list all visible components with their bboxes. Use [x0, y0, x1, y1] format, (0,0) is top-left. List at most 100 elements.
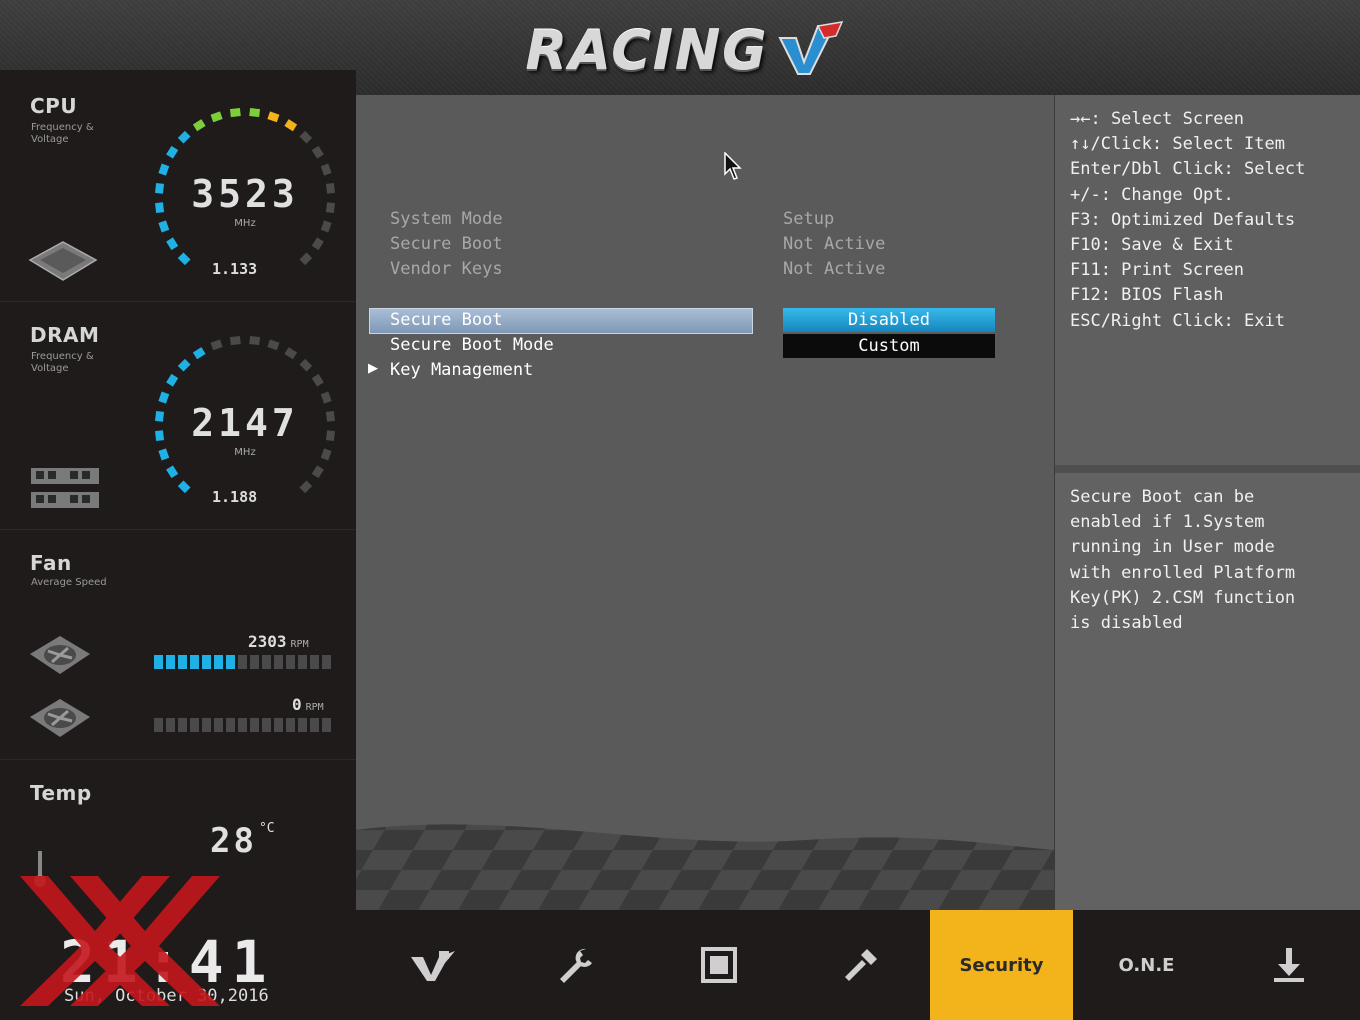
fan-bar-segment: [322, 655, 331, 669]
gauge-segment: [166, 237, 179, 251]
gauge-segment: [267, 111, 280, 123]
gauge-segment: [229, 336, 241, 346]
option-key-management[interactable]: Key Management: [390, 360, 533, 380]
cpu-voltage: 1.133: [212, 260, 258, 278]
secure-boot-value[interactable]: Disabled: [783, 308, 995, 332]
fan2-rpm: 0 RPM: [292, 695, 324, 714]
gauge-segment: [210, 339, 223, 351]
option-secure-boot[interactable]: Secure Boot: [390, 310, 503, 330]
chip-icon: [700, 947, 737, 983]
hardware-monitor-sidebar: CPU Frequency & Voltage 3523 MHz 1.133 D…: [0, 70, 356, 910]
description-line: running in User mode: [1070, 537, 1275, 558]
tab-one[interactable]: O.N.E: [1075, 910, 1218, 1020]
gauge-segment: [155, 410, 165, 422]
fan-bar-segment: [178, 655, 187, 669]
fan-bar-segment: [166, 655, 175, 669]
fan-icon: [30, 636, 90, 674]
fan-bar-segment: [250, 655, 259, 669]
cpu-panel: CPU Frequency & Voltage 3523 MHz 1.133: [0, 70, 356, 302]
info-label-secure-boot: Secure Boot: [390, 234, 503, 254]
gauge-segment: [284, 347, 298, 360]
temp-title: Temp: [30, 781, 92, 805]
help-key-line: F3: Optimized Defaults: [1070, 209, 1296, 230]
gauge-segment: [311, 373, 324, 387]
tab-security[interactable]: Security: [930, 910, 1073, 1020]
fan-panel: Fan Average Speed 2303 RPM 0 RPM: [0, 529, 356, 760]
help-key-line: ↑↓/Click: Select Item: [1070, 134, 1285, 155]
temp-unit: °C: [258, 821, 275, 836]
fan-bar-segment: [226, 655, 235, 669]
fan-bar-segment: [310, 718, 319, 732]
cpu-unit: MHz: [234, 218, 256, 229]
tab-tools[interactable]: [789, 910, 932, 1020]
checkered-flag-graphic: [356, 824, 1054, 910]
gauge-segment: [177, 252, 191, 266]
fan-bar-segment: [190, 655, 199, 669]
fan-bar-segment: [298, 655, 307, 669]
fan-bar-segment: [274, 718, 283, 732]
option-secure-boot-mode[interactable]: Secure Boot Mode: [390, 335, 554, 355]
fan-title: Fan: [30, 551, 72, 575]
tab-advanced[interactable]: [504, 910, 647, 1020]
logo-text: RACING: [525, 18, 769, 82]
gauge-segment: [177, 480, 191, 494]
gauge-segment: [166, 465, 179, 479]
gauge-segment: [284, 119, 298, 132]
gauge-segment: [249, 336, 261, 346]
fan-bar-segment: [286, 655, 295, 669]
fan1-rpm: 2303 RPM: [248, 632, 309, 651]
tools-icon: [844, 949, 877, 981]
bottom-navigation-bar: 21:41 Sun, October 30,2016 Security O.N.…: [0, 876, 1360, 1020]
info-value-system-mode: Setup: [783, 209, 835, 229]
info-value-vendor-keys: Not Active: [783, 259, 886, 279]
wrench-icon: [559, 948, 592, 983]
secure-boot-mode-value[interactable]: Custom: [783, 334, 995, 358]
dram-unit: MHz: [234, 447, 256, 458]
gauge-segment: [177, 130, 191, 144]
download-icon: [1273, 948, 1304, 982]
help-key-line: →←: Select Screen: [1070, 109, 1244, 129]
cpu-chip-icon: [28, 241, 98, 281]
fan-bar-segment: [274, 655, 283, 669]
description-line: is disabled: [1070, 613, 1183, 634]
fan-subtitle: Average Speed: [31, 577, 107, 588]
fan-bar-segment: [226, 718, 235, 732]
fan-bar-segment: [190, 718, 199, 732]
help-panel: →←: Select Screen ↑↓/Click: Select Item …: [1055, 95, 1360, 910]
description-line: Secure Boot can be: [1070, 487, 1255, 507]
gauge-segment: [311, 145, 324, 159]
fan-bar-segment: [238, 718, 247, 732]
gauge-segment: [267, 339, 280, 351]
help-key-line: ESC/Right Click: Exit: [1070, 310, 1285, 331]
fan-bar-segment: [178, 718, 187, 732]
info-label-vendor-keys: Vendor Keys: [390, 259, 503, 279]
fan-bar-segment: [262, 655, 271, 669]
tab-hardware[interactable]: [647, 910, 790, 1020]
gauge-segment: [155, 182, 165, 194]
info-label-system-mode: System Mode: [390, 209, 503, 229]
key-help-section: →←: Select Screen ↑↓/Click: Select Item …: [1055, 95, 1360, 473]
gauge-segment: [325, 202, 335, 214]
submenu-arrow-icon: ▶: [368, 361, 378, 376]
gauge-segment: [192, 119, 206, 132]
fan-bar-segment: [310, 655, 319, 669]
tab-main[interactable]: [361, 910, 504, 1020]
tab-exit[interactable]: [1217, 910, 1360, 1020]
gauge-segment: [177, 358, 191, 372]
fan-bar-segment: [238, 655, 247, 669]
dram-panel: DRAM Frequency & Voltage 2147 MHz 1.188: [0, 301, 356, 530]
temp-number: 28: [210, 821, 257, 861]
fan-bar-segment: [298, 718, 307, 732]
help-key-line: F12: BIOS Flash: [1070, 285, 1224, 306]
main-icon: [410, 951, 455, 981]
description-line: with enrolled Platform: [1070, 562, 1296, 583]
fan-bar-segment: [214, 718, 223, 732]
description-line: Key(PK) 2.CSM function: [1070, 587, 1296, 608]
fan-bar-segment: [154, 655, 163, 669]
fan-bar-segment: [166, 718, 175, 732]
dram-title: DRAM: [30, 323, 100, 347]
gauge-segment: [299, 130, 313, 144]
fan2-rpm-value: 0: [292, 695, 302, 714]
fan2-speed-bar: [154, 718, 331, 732]
dram-subtitle: Frequency & Voltage: [31, 351, 94, 374]
